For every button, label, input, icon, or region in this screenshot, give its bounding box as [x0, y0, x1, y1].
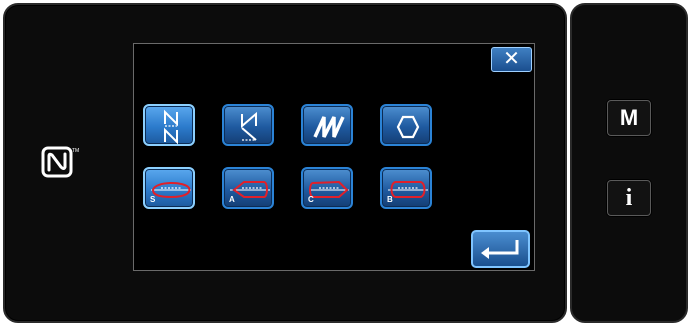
m-stitch-icon — [313, 116, 345, 138]
svg-text:TM: TM — [72, 148, 79, 154]
pattern-letter-a: A — [229, 195, 235, 204]
reverse-n-stitch-icon — [241, 111, 257, 141]
close-x-icon: ✕ — [503, 48, 520, 70]
enter-arrow-icon — [481, 240, 519, 259]
pattern-a-button[interactable]: A — [222, 167, 274, 209]
pattern-polygon-stitch-button[interactable] — [380, 104, 432, 146]
n-stitch-icon — [164, 109, 178, 145]
m-button[interactable]: M — [607, 100, 651, 136]
seam-loop-b-icon — [388, 181, 428, 198]
hexagon-icon — [396, 115, 420, 139]
seam-loop-a-icon — [230, 181, 270, 198]
pattern-b-button[interactable]: B — [380, 167, 432, 209]
pattern-s-button[interactable]: S — [143, 167, 195, 209]
info-button[interactable]: i — [607, 180, 651, 216]
pattern-n-shape-stitch-button[interactable] — [143, 104, 195, 146]
close-button[interactable]: ✕ — [491, 47, 532, 72]
pattern-reverse-n-stitch-button[interactable] — [222, 104, 274, 146]
pattern-m-stitch-button[interactable] — [301, 104, 353, 146]
side-panel-frame — [570, 3, 688, 323]
pattern-c-button[interactable]: C — [301, 167, 353, 209]
pattern-letter-b: B — [387, 195, 393, 204]
enter-button[interactable] — [471, 230, 530, 268]
seam-loop-s-icon — [151, 182, 191, 199]
nfc-icon: TM — [41, 146, 79, 178]
seam-loop-c-icon — [309, 180, 349, 198]
pattern-letter-s: S — [150, 195, 156, 204]
pattern-letter-c: C — [308, 195, 314, 204]
